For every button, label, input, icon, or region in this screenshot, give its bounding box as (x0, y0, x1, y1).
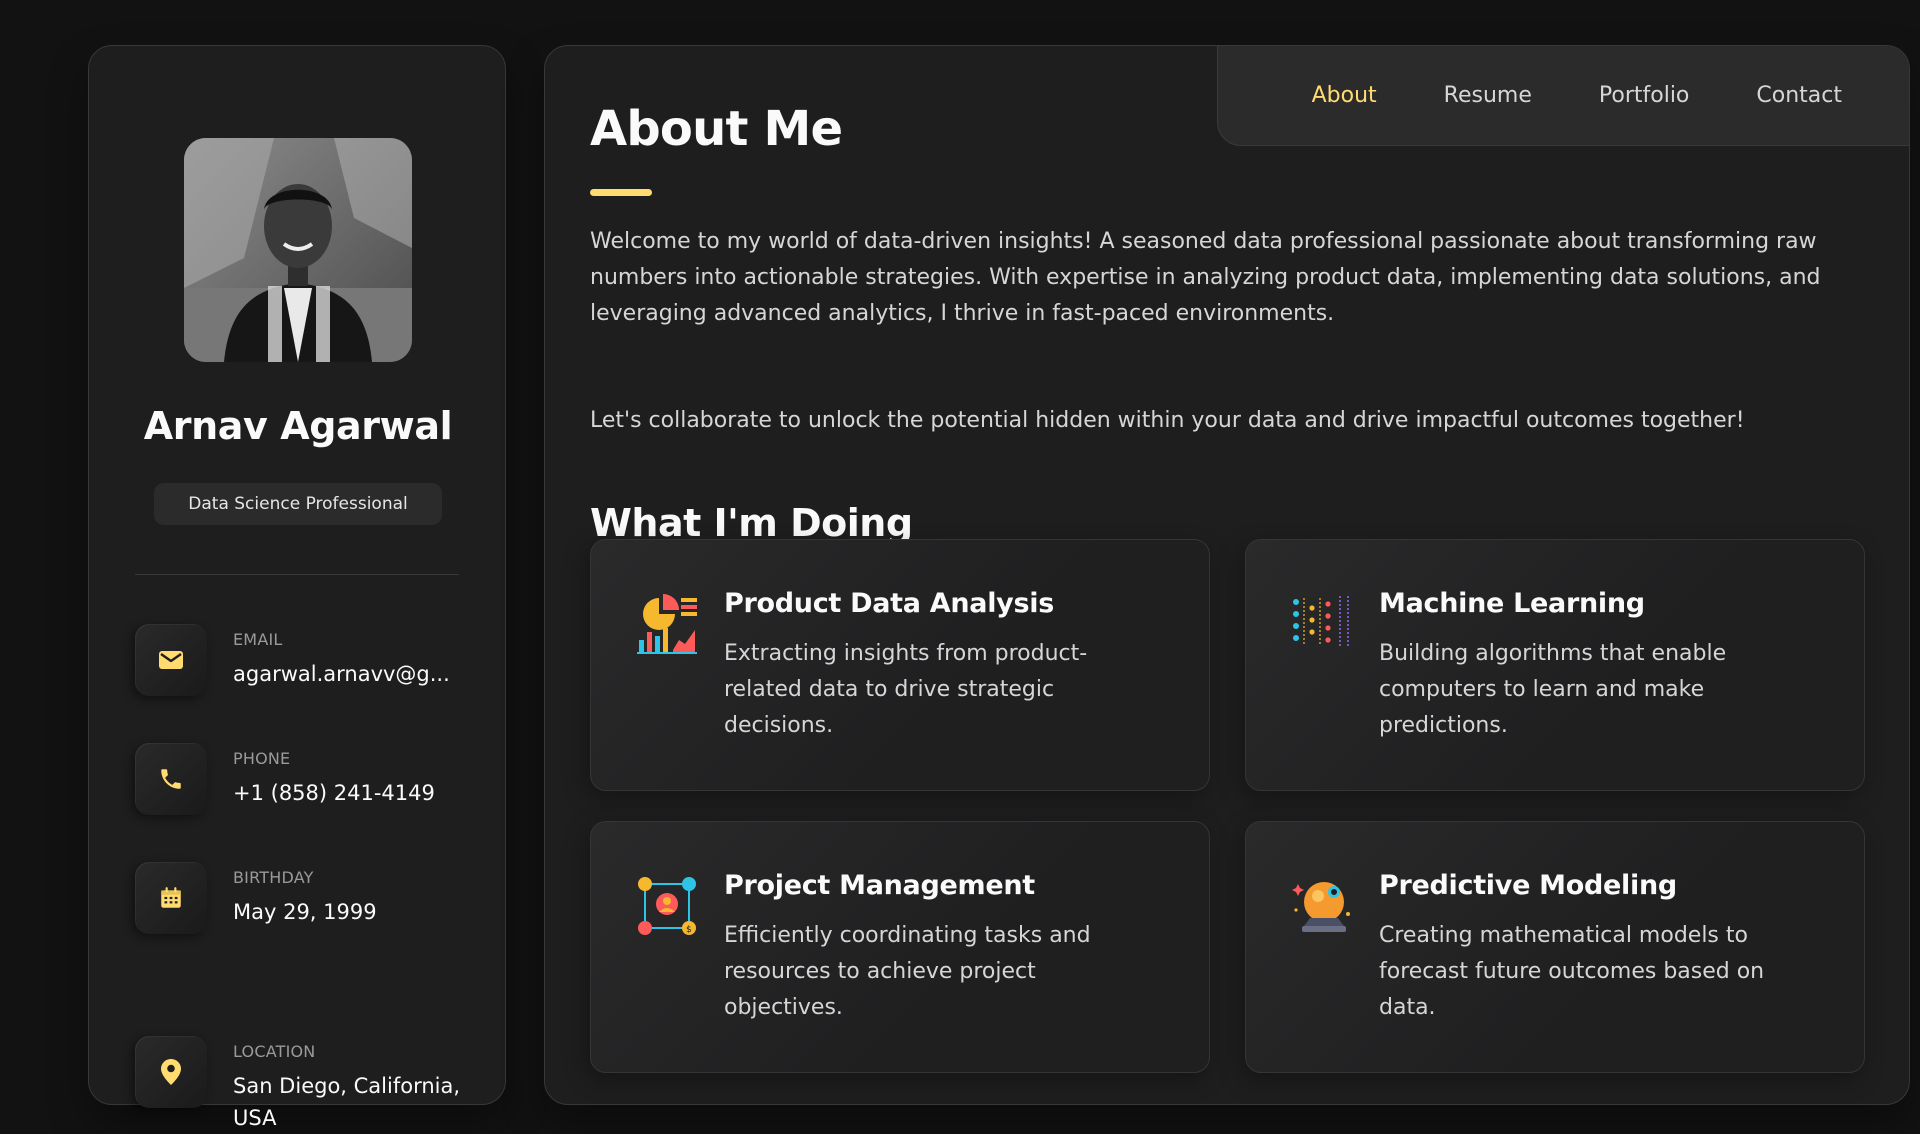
profile-title-badge: Data Science Professional (154, 483, 442, 525)
service-description: Efficiently coordinating tasks and resou… (724, 923, 1091, 1020)
service-description: Creating mathematical models to forecast… (1379, 923, 1765, 1020)
service-title: Machine Learning (1379, 588, 1645, 619)
phone-icon (135, 743, 207, 815)
service-card: $ Project Management Efficiently coordin… (590, 821, 1210, 1073)
profile-name: Arnav Agarwal (143, 404, 453, 448)
sidebar-divider (135, 574, 459, 575)
service-description: Extracting insights from product-related… (724, 641, 1088, 738)
avatar-photo-icon (184, 138, 412, 362)
profile-sidebar: Arnav Agarwal Data Science Professional … (88, 45, 506, 1130)
main-content: About Resume Portfolio Contact About Me … (544, 45, 1910, 1105)
contact-label: Birthday (233, 868, 314, 887)
service-card: Product Data Analysis Extracting insight… (590, 539, 1210, 791)
about-paragraph: Welcome to my world of data-driven insig… (590, 229, 1821, 326)
contact-label: Email (233, 630, 283, 649)
analytics-chart-icon (637, 594, 697, 654)
service-card: Machine Learning Building algorithms tha… (1245, 539, 1865, 791)
service-title: Product Data Analysis (724, 588, 1054, 619)
mail-icon (135, 624, 207, 696)
service-description: Building algorithms that enable computer… (1379, 641, 1727, 738)
page-title: About Me (590, 101, 843, 157)
nav-about[interactable]: About (1312, 83, 1377, 108)
phone-link[interactable]: +1 (858) 241-4149 (233, 777, 473, 809)
about-paragraph: Let's collaborate to unlock the potentia… (590, 408, 1745, 433)
location-pin-icon (135, 1036, 207, 1108)
nav-resume[interactable]: Resume (1444, 83, 1532, 108)
nav-contact[interactable]: Contact (1756, 83, 1842, 108)
calendar-icon (135, 862, 207, 934)
service-title: Predictive Modeling (1379, 870, 1677, 901)
contact-label: Phone (233, 749, 291, 768)
service-title: Project Management (724, 870, 1035, 901)
nav-portfolio[interactable]: Portfolio (1599, 83, 1690, 108)
navbar: About Resume Portfolio Contact (1217, 46, 1909, 146)
project-management-icon: $ (638, 877, 696, 935)
email-link[interactable]: agarwal.arnavv@g... (233, 658, 473, 690)
title-underline (590, 189, 652, 196)
service-card: Predictive Modeling Creating mathematica… (1245, 821, 1865, 1073)
neural-network-icon (1293, 596, 1349, 648)
avatar (184, 138, 412, 362)
crystal-ball-icon (1292, 882, 1350, 932)
birthday-value: May 29, 1999 (233, 900, 377, 924)
contact-label: Location (233, 1042, 316, 1061)
svg-text:$: $ (686, 925, 692, 935)
